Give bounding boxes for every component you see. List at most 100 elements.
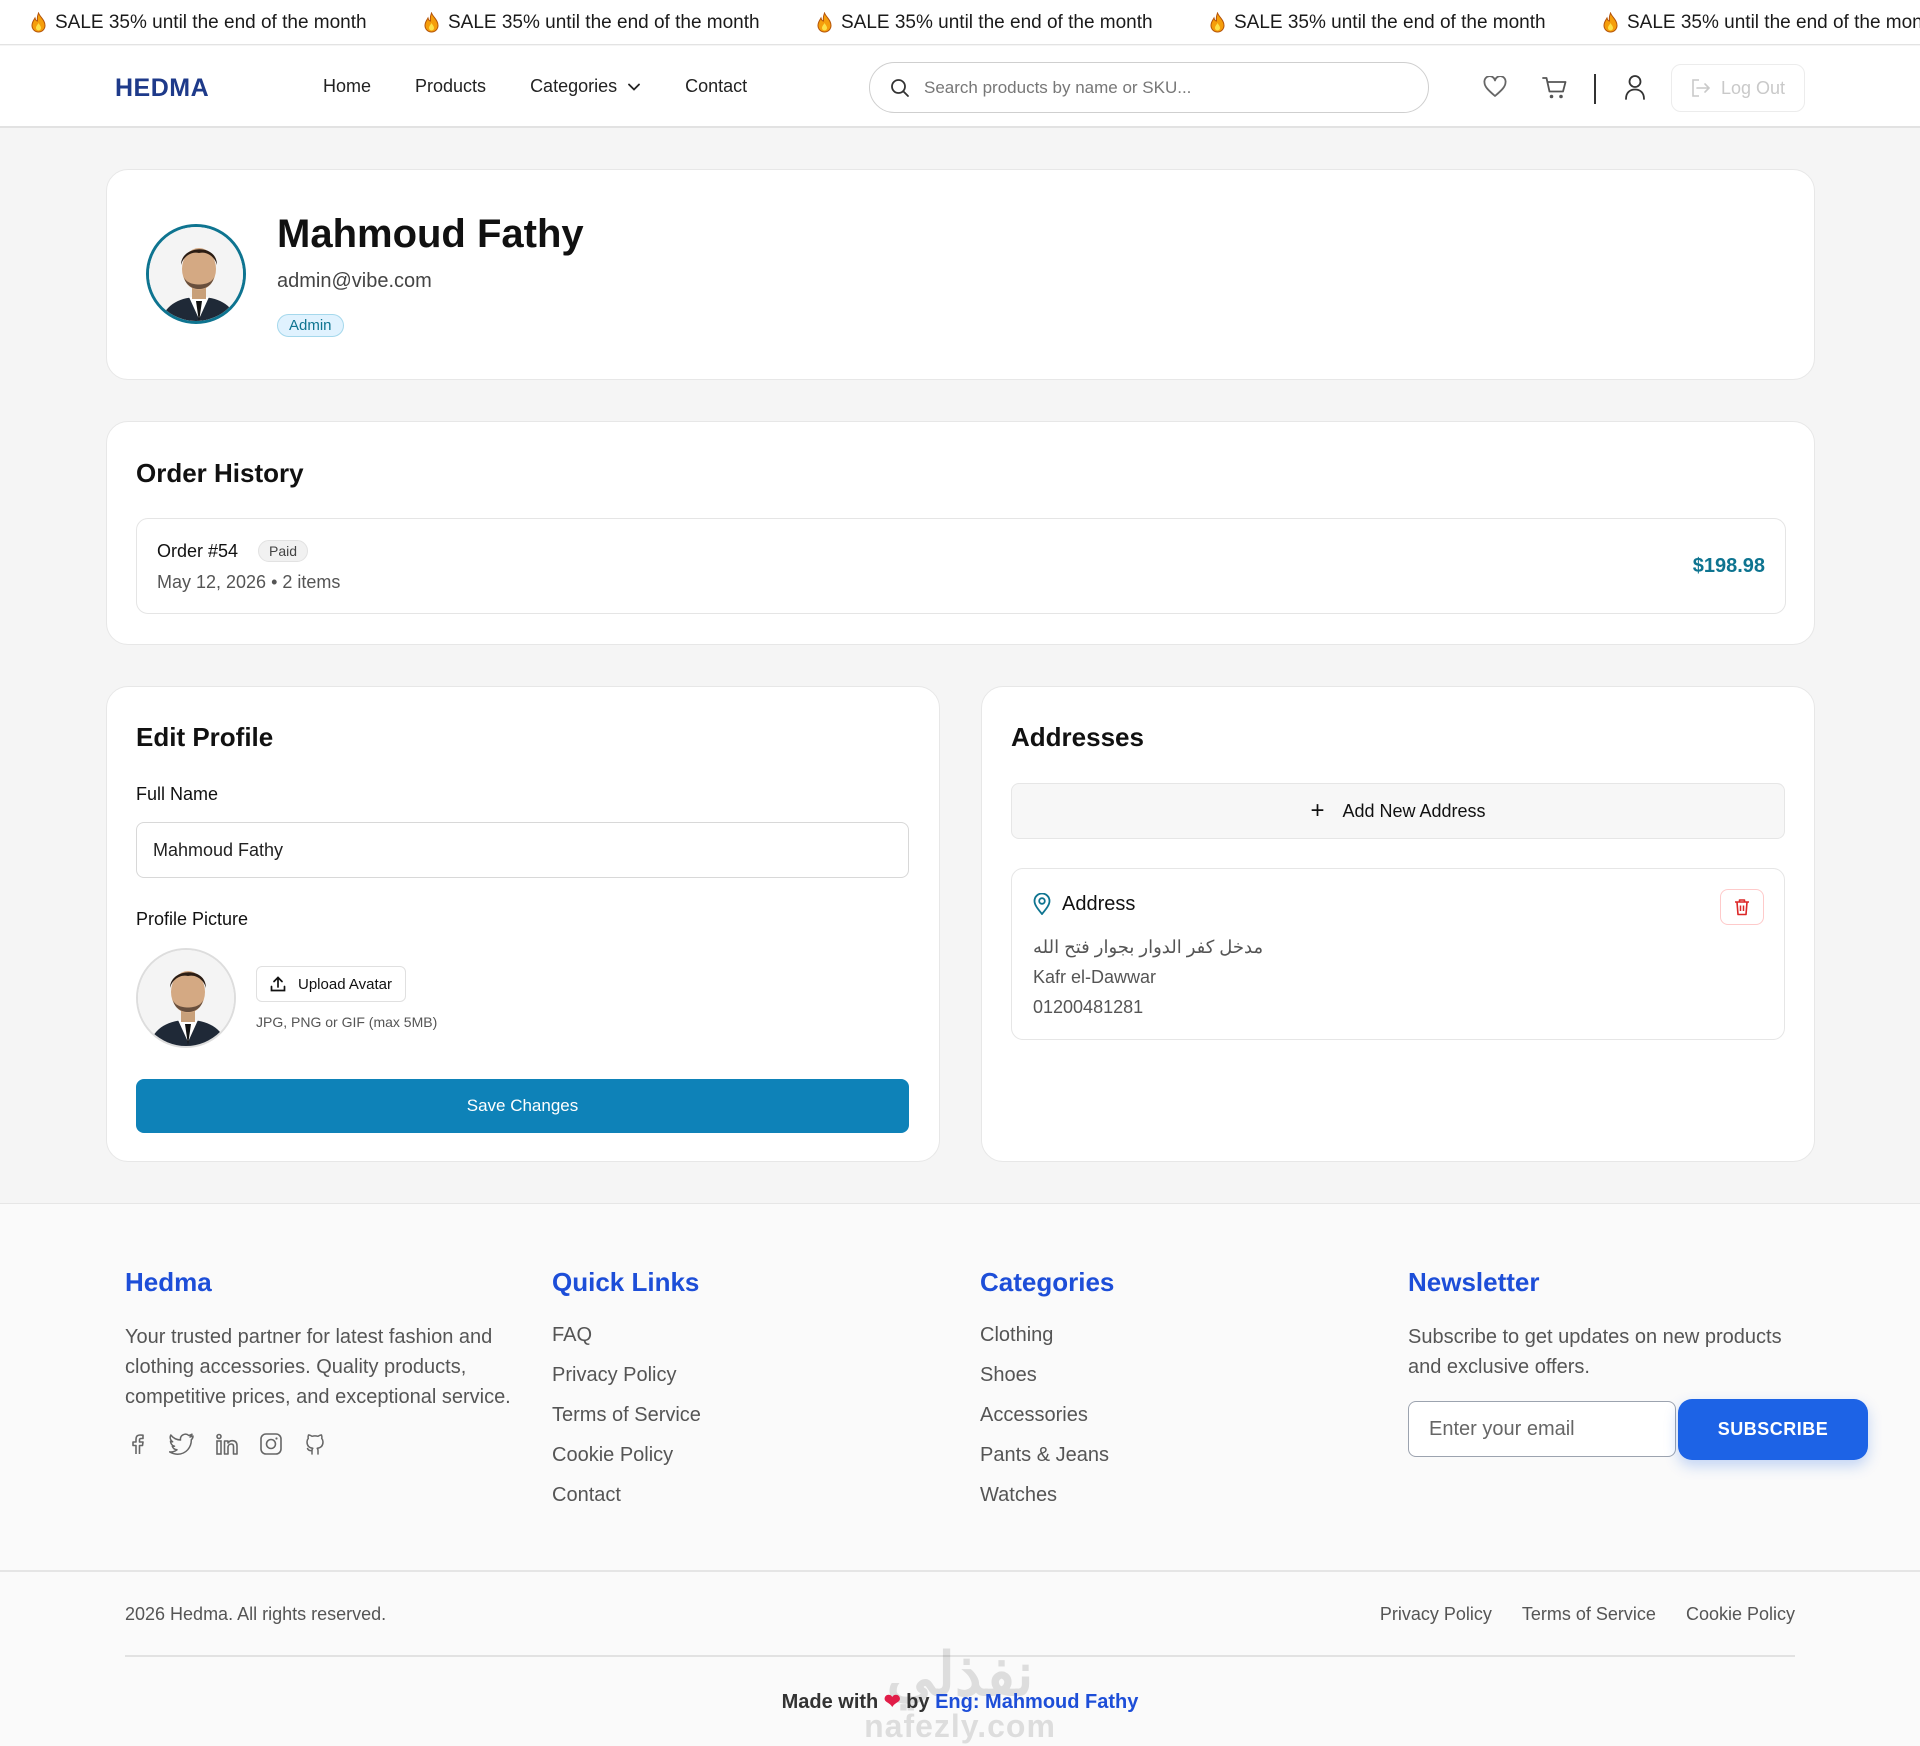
announcement-text: SALE 35% until the end of the month — [1234, 11, 1546, 33]
heart-icon[interactable] — [1483, 76, 1507, 98]
fire-icon — [817, 11, 832, 32]
order-total: $198.98 — [1692, 555, 1765, 577]
footer-link-privacy[interactable]: Privacy Policy — [552, 1362, 932, 1389]
by-text: by — [906, 1691, 930, 1713]
profile-email: admin@vibe.com — [277, 270, 432, 292]
profile-picture-label: Profile Picture — [136, 909, 249, 929]
github-icon[interactable] — [303, 1432, 327, 1456]
header-divider — [1594, 74, 1596, 104]
copyright-text: 2026 Hedma. All rights reserved. — [125, 1604, 387, 1624]
announcement-item: SALE 35% until the end of the month — [1572, 11, 1920, 34]
announcement-item: SALE 35% until the end of the month — [393, 11, 786, 34]
avatar — [146, 224, 246, 324]
announcement-text: SALE 35% until the end of the month — [1627, 11, 1920, 33]
footer-category-clothing[interactable]: Clothing — [980, 1322, 1360, 1349]
upload-icon — [270, 976, 286, 992]
profile-name: Mahmoud Fathy — [277, 212, 584, 256]
fire-icon — [31, 11, 46, 32]
footer-category-shoes[interactable]: Shoes — [980, 1362, 1360, 1389]
made-with-text: Made with — [781, 1691, 879, 1713]
order-status-badge: Paid — [258, 540, 309, 562]
announcement-item: SALE 35% until the end of the month — [0, 11, 393, 34]
instagram-icon[interactable] — [259, 1432, 283, 1456]
footer-category-watches[interactable]: Watches — [980, 1482, 1360, 1509]
legal-link-terms[interactable]: Terms of Service — [1522, 1604, 1656, 1625]
footer-link-faq[interactable]: FAQ — [552, 1322, 932, 1349]
footer-link-terms[interactable]: Terms of Service — [552, 1402, 932, 1429]
footer-divider-bottom — [125, 1655, 1795, 1657]
footer-category-accessories[interactable]: Accessories — [980, 1402, 1360, 1429]
nav-contact[interactable]: Contact — [685, 76, 747, 97]
announcement-bar: SALE 35% until the end of the month SALE… — [0, 0, 1920, 45]
announcement-item: SALE 35% until the end of the month — [1179, 11, 1572, 34]
footer-link-contact[interactable]: Contact — [552, 1482, 932, 1509]
twitter-icon[interactable] — [169, 1432, 195, 1456]
footer-newsletter-title: Newsletter — [1408, 1267, 1540, 1297]
announcement-text: SALE 35% until the end of the month — [448, 11, 760, 33]
footer-categories-column: Categories Clothing Shoes Accessories Pa… — [980, 1267, 1360, 1522]
search-icon — [891, 78, 909, 97]
user-icon[interactable] — [1624, 74, 1646, 100]
social-links — [125, 1432, 525, 1456]
order-id: Order #54 — [157, 541, 239, 561]
footer-category-pants[interactable]: Pants & Jeans — [980, 1442, 1360, 1469]
newsletter-email-input[interactable] — [1408, 1401, 1676, 1457]
author-link[interactable]: Eng: Mahmoud Fathy — [935, 1691, 1138, 1713]
upload-avatar-label: Upload Avatar — [298, 975, 392, 993]
profile-card: Mahmoud Fathy admin@vibe.com Admin — [106, 169, 1815, 380]
footer-categories-title: Categories — [980, 1267, 1115, 1297]
main-nav: Home Products Categories Contact — [323, 76, 791, 97]
logout-button[interactable]: Log Out — [1671, 64, 1805, 112]
legal-link-privacy[interactable]: Privacy Policy — [1380, 1604, 1492, 1625]
site-logo[interactable]: HEDMA — [115, 74, 209, 103]
add-new-address-label: Add New Address — [1342, 800, 1486, 821]
address-city: Kafr el-Dawwar — [1033, 967, 1157, 987]
addresses-title: Addresses — [1011, 722, 1144, 752]
search-input[interactable] — [924, 77, 1404, 98]
plus-icon: + — [1310, 797, 1325, 824]
address-phone: 01200481281 — [1033, 997, 1144, 1017]
facebook-icon[interactable] — [125, 1432, 149, 1456]
footer-divider — [0, 1570, 1920, 1572]
nav-products[interactable]: Products — [415, 76, 486, 97]
logout-label: Log Out — [1720, 77, 1786, 98]
edit-profile-card: Edit Profile Full Name Profile Picture U… — [106, 686, 940, 1162]
address-title: Address — [1062, 893, 1136, 915]
address-street: مدخل كفر الدوار بجوار فتح الله — [1033, 937, 1264, 957]
footer-newsletter-description: Subscribe to get updates on new products… — [1408, 1326, 1782, 1378]
nav-home[interactable]: Home — [323, 76, 371, 97]
announcement-text: SALE 35% until the end of the month — [841, 11, 1153, 33]
avatar-image — [138, 950, 234, 1046]
delete-address-button[interactable] — [1720, 889, 1764, 925]
logout-icon — [1692, 79, 1711, 97]
avatar-image — [149, 227, 243, 321]
map-pin-icon — [1033, 893, 1051, 915]
save-changes-button[interactable]: Save Changes — [136, 1079, 909, 1133]
full-name-label: Full Name — [136, 784, 219, 804]
footer-newsletter-column: Newsletter Subscribe to get updates on n… — [1408, 1267, 1878, 1487]
nav-categories-label: Categories — [530, 76, 618, 96]
legal-link-cookie[interactable]: Cookie Policy — [1686, 1604, 1795, 1625]
nav-categories[interactable]: Categories — [530, 76, 641, 97]
search-bar[interactable] — [869, 62, 1429, 113]
linkedin-icon[interactable] — [215, 1432, 239, 1456]
footer-brand-description: Your trusted partner for latest fashion … — [125, 1326, 511, 1408]
upload-avatar-button[interactable]: Upload Avatar — [256, 966, 406, 1002]
cart-icon[interactable] — [1542, 76, 1568, 100]
announcement-item: SALE 35% until the end of the month — [786, 11, 1179, 34]
role-badge: Admin — [277, 314, 344, 337]
heart-icon: ❤ — [883, 1691, 901, 1713]
legal-links: Privacy Policy Terms of Service Cookie P… — [1380, 1604, 1795, 1625]
site-footer: Hedma Your trusted partner for latest fa… — [0, 1203, 1920, 1746]
addresses-card: Addresses + Add New Address Address مدخل… — [981, 686, 1815, 1162]
subscribe-button[interactable]: SUBSCRIBE — [1678, 1399, 1868, 1460]
footer-link-cookie[interactable]: Cookie Policy — [552, 1442, 932, 1469]
fire-icon — [424, 11, 439, 32]
footer-brand-column: Hedma Your trusted partner for latest fa… — [125, 1267, 525, 1456]
fire-icon — [1603, 11, 1618, 32]
add-new-address-button[interactable]: + Add New Address — [1011, 783, 1785, 839]
order-history-card: Order History Order #54 Paid May 12, 202… — [106, 421, 1815, 645]
order-row[interactable]: Order #54 Paid May 12, 2026 • 2 items $1… — [136, 518, 1786, 614]
footer-quick-links-column: Quick Links FAQ Privacy Policy Terms of … — [552, 1267, 932, 1522]
full-name-field[interactable] — [136, 822, 909, 878]
